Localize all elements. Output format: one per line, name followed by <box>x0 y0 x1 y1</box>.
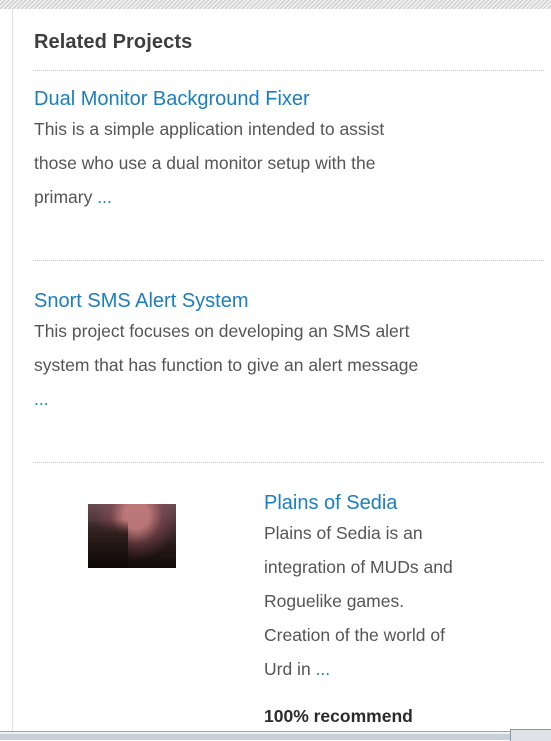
project-title-link-plains-of-sedia[interactable]: Plains of Sedia <box>264 492 397 515</box>
read-more-link[interactable]: ... <box>34 389 49 409</box>
description-text: primary <box>34 187 93 207</box>
read-more-link[interactable]: ... <box>316 659 331 679</box>
section-heading: Related Projects <box>34 31 193 53</box>
description-line: system that has function to give an aler… <box>34 355 419 375</box>
description-line: Plains of Sedia is an <box>264 523 423 543</box>
description-text: Urd in <box>264 659 311 679</box>
divider <box>33 70 544 71</box>
divider <box>33 462 544 463</box>
read-more-link[interactable]: ... <box>97 187 112 207</box>
project-title-link-dual-monitor[interactable]: Dual Monitor Background Fixer <box>34 88 310 111</box>
top-hatched-border <box>0 0 551 9</box>
description-line: This project focuses on developing an SM… <box>34 321 410 341</box>
description-line: Roguelike games. <box>264 591 405 611</box>
description-line: Urd in ... <box>264 652 534 686</box>
recommend-badge: 100% recommend <box>264 706 413 726</box>
project-description-dual-monitor: This is a simple application intended to… <box>34 112 544 214</box>
related-projects-panel: Related Projects Dual Monitor Background… <box>12 9 551 731</box>
description-line: those who use a dual monitor setup with … <box>34 153 376 173</box>
description-line: Creation of the world of <box>264 625 445 645</box>
project-description-plains-of-sedia: Plains of Sedia is an integration of MUD… <box>264 516 534 686</box>
project-thumbnail-plains-of-sedia[interactable] <box>88 504 176 568</box>
divider <box>33 260 544 261</box>
project-description-snort-sms: This project focuses on developing an SM… <box>34 314 549 416</box>
description-line: integration of MUDs and <box>264 557 453 577</box>
description-line: ... <box>34 382 549 416</box>
description-line: This is a simple application intended to… <box>34 119 385 139</box>
project-title-link-snort-sms[interactable]: Snort SMS Alert System <box>34 290 249 313</box>
description-line: primary ... <box>34 180 544 214</box>
corner-widget <box>510 729 551 741</box>
bottom-window-edge <box>0 731 551 740</box>
